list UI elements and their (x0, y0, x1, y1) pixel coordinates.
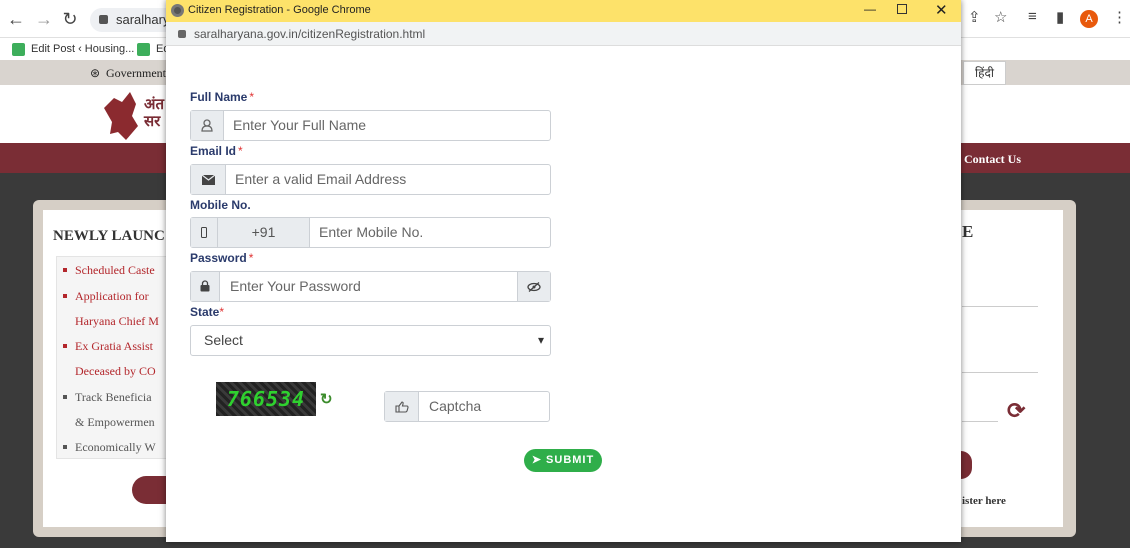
thumbs-up-icon (385, 392, 419, 421)
captcha-refresh-icon[interactable]: ↻ (320, 390, 333, 408)
chrome-logo-icon (171, 4, 184, 17)
bookmark-item[interactable]: Edit Post ‹ Housing... (12, 41, 134, 57)
mobile-field[interactable]: +91 Enter Mobile No. (190, 217, 551, 248)
login-field-underline (962, 372, 1038, 373)
bookmark-favicon-icon (137, 42, 150, 56)
popup-titlebar: Citizen Registration - Google Chrome — ✕ (166, 0, 961, 22)
login-field-underline (962, 306, 1038, 307)
forward-arrow-icon[interactable]: → (34, 9, 54, 29)
popup-url-bar: saralharyana.gov.in/citizenRegistration.… (166, 22, 961, 46)
news-item[interactable]: Track Beneficia (63, 390, 152, 405)
bookmark-favicon-icon (12, 42, 25, 56)
news-item[interactable]: Application for (63, 289, 149, 304)
full-name-placeholder: Enter Your Full Name (233, 117, 367, 133)
captcha-image: 766534 (216, 382, 316, 416)
login-card (955, 200, 1076, 537)
news-item[interactable]: Deceased by CO (75, 364, 156, 379)
share-icon[interactable]: ⇪ (968, 8, 981, 30)
maximize-icon[interactable] (897, 4, 907, 14)
password-field[interactable]: Enter Your Password (190, 271, 551, 302)
country-code: +91 (218, 218, 310, 247)
reading-list-icon[interactable]: ≡ (1028, 8, 1037, 30)
captcha-placeholder: Captcha (429, 398, 482, 414)
envelope-icon (191, 165, 226, 194)
news-item[interactable]: Economically W (63, 440, 156, 455)
back-arrow-icon[interactable]: ← (6, 9, 26, 29)
paper-plane-icon: ➤ (531, 454, 542, 466)
full-name-field[interactable]: Enter Your Full Name (190, 110, 551, 141)
login-field-underline (962, 421, 998, 422)
saral-logo: अंत सर (100, 88, 164, 140)
state-select[interactable]: Select ▾ (190, 325, 551, 356)
close-icon[interactable]: ✕ (935, 1, 948, 19)
mobile-placeholder: Enter Mobile No. (319, 224, 424, 240)
emblem-icon: ⊛ (90, 66, 101, 80)
email-label: Email Id * (190, 144, 243, 158)
profile-avatar[interactable]: A (1080, 10, 1098, 28)
registration-popup-window: Citizen Registration - Google Chrome — ✕… (166, 0, 961, 542)
popup-title: Citizen Registration - Google Chrome (188, 4, 371, 16)
submit-button[interactable]: ➤ SUBMIT (524, 449, 602, 472)
reload-icon[interactable]: ↻ (60, 9, 80, 29)
email-placeholder: Enter a valid Email Address (235, 171, 407, 187)
government-text: Government (106, 66, 166, 80)
state-label: State* (190, 305, 225, 319)
user-icon (191, 111, 224, 140)
full-name-label: Full Name * (190, 90, 255, 104)
news-list: Scheduled Caste Application for Haryana … (56, 256, 176, 459)
register-link[interactable]: ister here (962, 495, 1006, 507)
email-field[interactable]: Enter a valid Email Address (190, 164, 551, 195)
news-title: NEWLY LAUNC (53, 228, 165, 244)
popup-url: saralharyana.gov.in/citizenRegistration.… (194, 27, 426, 41)
news-item[interactable]: Haryana Chief M (75, 314, 159, 329)
eye-slash-icon[interactable] (517, 272, 550, 301)
password-placeholder: Enter Your Password (230, 278, 361, 294)
hindi-link[interactable]: हिंदी (963, 61, 1006, 85)
news-item[interactable]: Ex Gratia Assist (63, 339, 153, 354)
phone-icon (191, 218, 218, 247)
lock-icon (99, 15, 108, 24)
captcha-field[interactable]: Captcha (384, 391, 550, 422)
login-title: E (962, 222, 974, 241)
menu-dots-icon[interactable]: ⋮ (1112, 8, 1127, 30)
lock-icon (178, 30, 186, 38)
side-panel-icon[interactable]: ▮ (1056, 8, 1064, 30)
mobile-label: Mobile No. (190, 198, 251, 212)
chevron-down-icon: ▾ (537, 333, 544, 347)
minimize-icon[interactable]: — (864, 2, 876, 16)
captcha-refresh-icon[interactable]: ⟳ (1007, 398, 1025, 424)
state-selected-value: Select (204, 332, 243, 348)
bookmark-item[interactable]: Ed (137, 41, 169, 57)
password-label: Password * (190, 251, 254, 265)
lock-icon (191, 272, 220, 301)
news-item[interactable]: & Empowermen (75, 415, 155, 430)
news-item[interactable]: Scheduled Caste (63, 263, 155, 278)
nav-contact-us[interactable]: Contact Us (964, 152, 1021, 167)
star-icon[interactable]: ☆ (994, 8, 1007, 30)
